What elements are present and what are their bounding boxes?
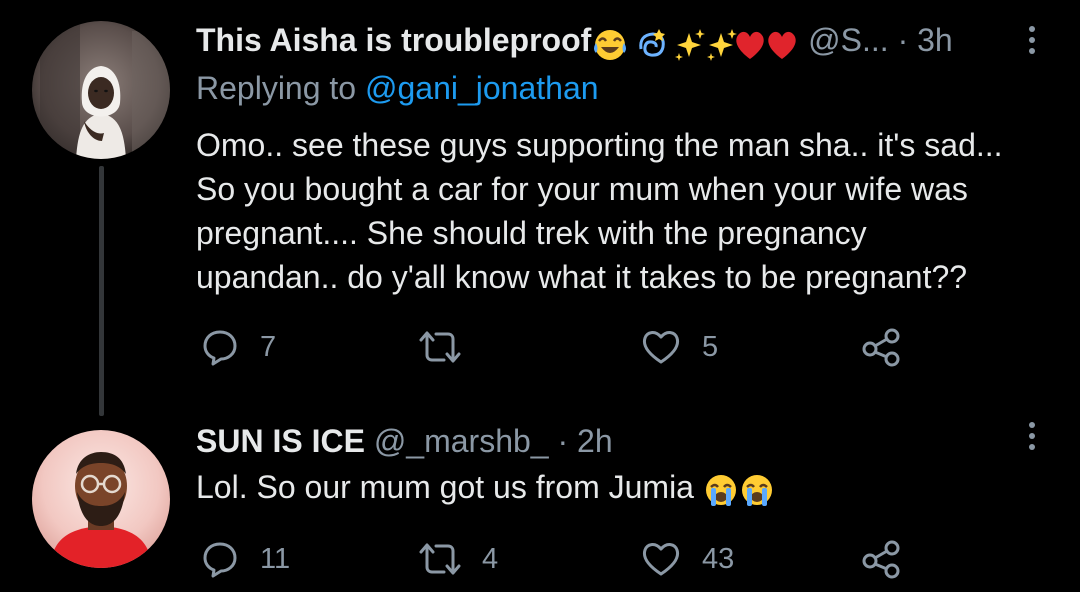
separator-dot: ·	[897, 22, 909, 58]
dizzy-icon	[639, 28, 666, 57]
separator-dot: ·	[557, 423, 569, 459]
like-count: 5	[702, 330, 719, 363]
tweet-actions: 7 5	[196, 325, 916, 369]
avatar-photo	[32, 21, 170, 159]
share-icon	[862, 328, 900, 367]
like-button[interactable]: 5	[640, 325, 718, 369]
loudly-crying-face-icon	[741, 474, 772, 506]
face-with-tears-of-joy-icon	[594, 29, 627, 60]
tweet-header: This Aisha is troubleproof @S... · 3h	[196, 20, 953, 63]
tweet-body-line: upandan.. do y'all know what it takes to…	[196, 259, 968, 295]
tweet-body-line: pregnant.... She should trek with the pr…	[196, 215, 867, 251]
body-emojis	[705, 474, 772, 506]
retweet-button[interactable]	[418, 325, 482, 369]
author-handle[interactable]: @_marshb_	[374, 423, 549, 459]
heart-icon	[642, 543, 680, 576]
tweet-body-line: Lol. So our mum got us from Jumia	[196, 465, 1066, 509]
avatar[interactable]	[32, 21, 170, 159]
heart-icon	[642, 331, 680, 364]
like-button[interactable]: 43	[640, 537, 734, 581]
reply-count: 11	[260, 542, 291, 575]
display-name[interactable]: This Aisha is troubleproof	[196, 22, 591, 58]
reply-icon	[203, 542, 237, 578]
retweet-count: 4	[482, 542, 499, 575]
share-button[interactable]	[860, 325, 902, 369]
timestamp[interactable]: 2h	[577, 423, 613, 459]
tweet-header: SUN IS ICE @_marshb_ · 2h	[196, 421, 613, 461]
thread-line	[99, 166, 104, 416]
reply-button[interactable]: 7	[200, 325, 276, 369]
tweet-body: Omo.. see these guys supporting the man …	[196, 123, 1066, 299]
red-heart-icon	[768, 31, 796, 59]
more-options-icon[interactable]	[1028, 26, 1036, 60]
share-button[interactable]	[860, 537, 902, 581]
replying-to-handle-link[interactable]: @gani_jonathan	[365, 70, 599, 106]
sparkles-icon	[707, 28, 738, 61]
avatar[interactable]	[32, 430, 170, 568]
retweet-button[interactable]: 4	[418, 537, 498, 581]
tweet[interactable]: This Aisha is troubleproof @S... · 3h Re…	[0, 0, 1080, 416]
share-icon	[862, 540, 900, 579]
tweet[interactable]: SUN IS ICE @_marshb_ · 2h Lol. So our mu…	[0, 400, 1080, 592]
author-handle[interactable]: @S...	[808, 22, 889, 58]
tweet-body-text: Lol. So our mum got us from Jumia	[196, 469, 694, 505]
avatar-photo	[32, 430, 170, 568]
retweet-icon	[419, 331, 461, 363]
display-name[interactable]: SUN IS ICE	[196, 423, 365, 459]
reply-icon	[203, 330, 237, 366]
tweet-body-line: Omo.. see these guys supporting the man …	[196, 127, 1003, 163]
retweet-icon	[419, 543, 461, 575]
sparkles-icon	[675, 28, 706, 61]
replying-to: Replying to @gani_jonathan	[196, 68, 599, 108]
name-emojis	[593, 22, 799, 63]
tweet-body: Lol. So our mum got us from Jumia	[196, 465, 1066, 509]
tweet-actions: 11 4 43	[196, 537, 916, 581]
more-options-icon[interactable]	[1028, 422, 1036, 456]
like-count: 43	[702, 542, 735, 575]
timestamp[interactable]: 3h	[917, 22, 953, 58]
tweet-body-line: So you bought a car for your mum when yo…	[196, 171, 968, 207]
reply-count: 7	[260, 330, 277, 363]
red-heart-icon	[736, 31, 764, 59]
reply-button[interactable]: 11	[200, 537, 290, 581]
loudly-crying-face-icon	[705, 474, 736, 506]
replying-to-label: Replying to	[196, 70, 357, 106]
